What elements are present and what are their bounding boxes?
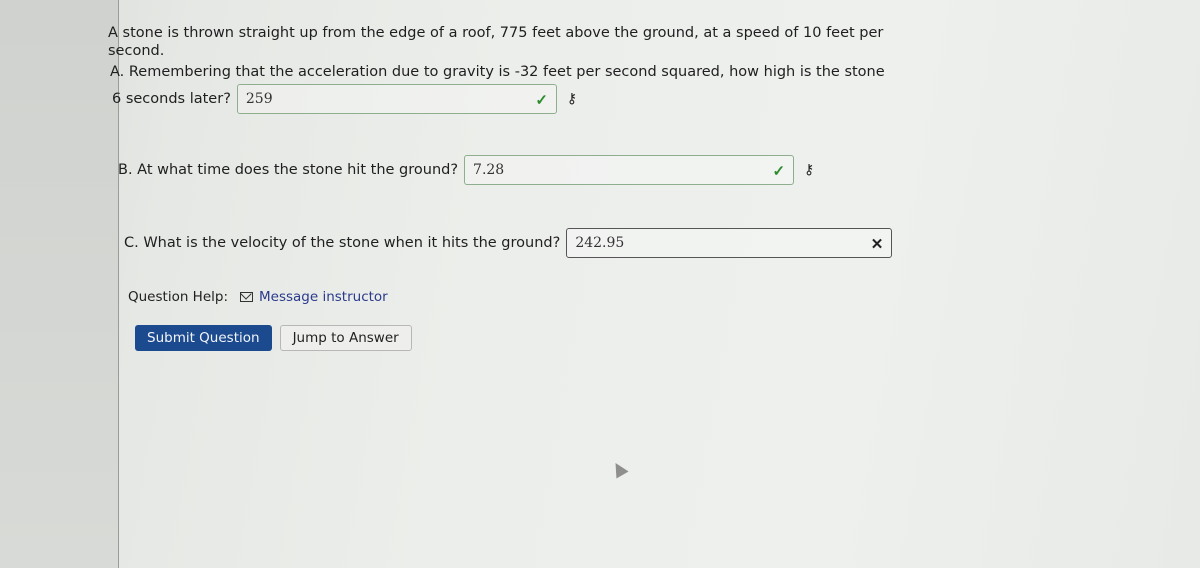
mouse-cursor-icon [609, 459, 629, 479]
help-label: Question Help: [128, 289, 228, 305]
question-page: A stone is thrown straight up from the e… [0, 0, 1200, 568]
cross-icon: ✕ [870, 235, 884, 253]
part-b-value: 7.28 [473, 162, 505, 178]
submit-question-button[interactable]: Submit Question [135, 325, 272, 351]
check-icon: ✓ [535, 91, 548, 109]
jump-to-answer-button[interactable]: Jump to Answer [279, 325, 412, 351]
part-b-row: B. At what time does the stone hit the g… [118, 155, 814, 185]
question-help: Question Help: Message instructor [128, 289, 388, 305]
problem-intro: A stone is thrown straight up from the e… [108, 25, 884, 59]
part-a-value: 259 [245, 91, 273, 107]
part-a-row: 6 seconds later? 259 ✓ ⚷ [112, 84, 577, 114]
key-icon[interactable]: ⚷ [804, 162, 814, 178]
mail-icon [240, 292, 253, 302]
part-c-value: 242.95 [575, 235, 625, 251]
part-c-answer-input[interactable]: 242.95 ✕ [566, 228, 893, 258]
action-buttons: Submit Question Jump to Answer [135, 325, 412, 351]
key-icon[interactable]: ⚷ [567, 91, 577, 107]
part-a-label: 6 seconds later? [112, 91, 231, 107]
part-c-label: C. What is the velocity of the stone whe… [124, 235, 561, 251]
part-c-row: C. What is the velocity of the stone whe… [124, 228, 893, 258]
part-a-text: A. Remembering that the acceleration due… [110, 64, 885, 80]
part-a-answer-input[interactable]: 259 ✓ [236, 84, 557, 114]
message-instructor-link[interactable]: Message instructor [259, 289, 388, 305]
part-b-label: B. At what time does the stone hit the g… [118, 162, 459, 178]
check-icon: ✓ [772, 162, 786, 180]
part-b-answer-input[interactable]: 7.28 ✓ [464, 155, 795, 185]
